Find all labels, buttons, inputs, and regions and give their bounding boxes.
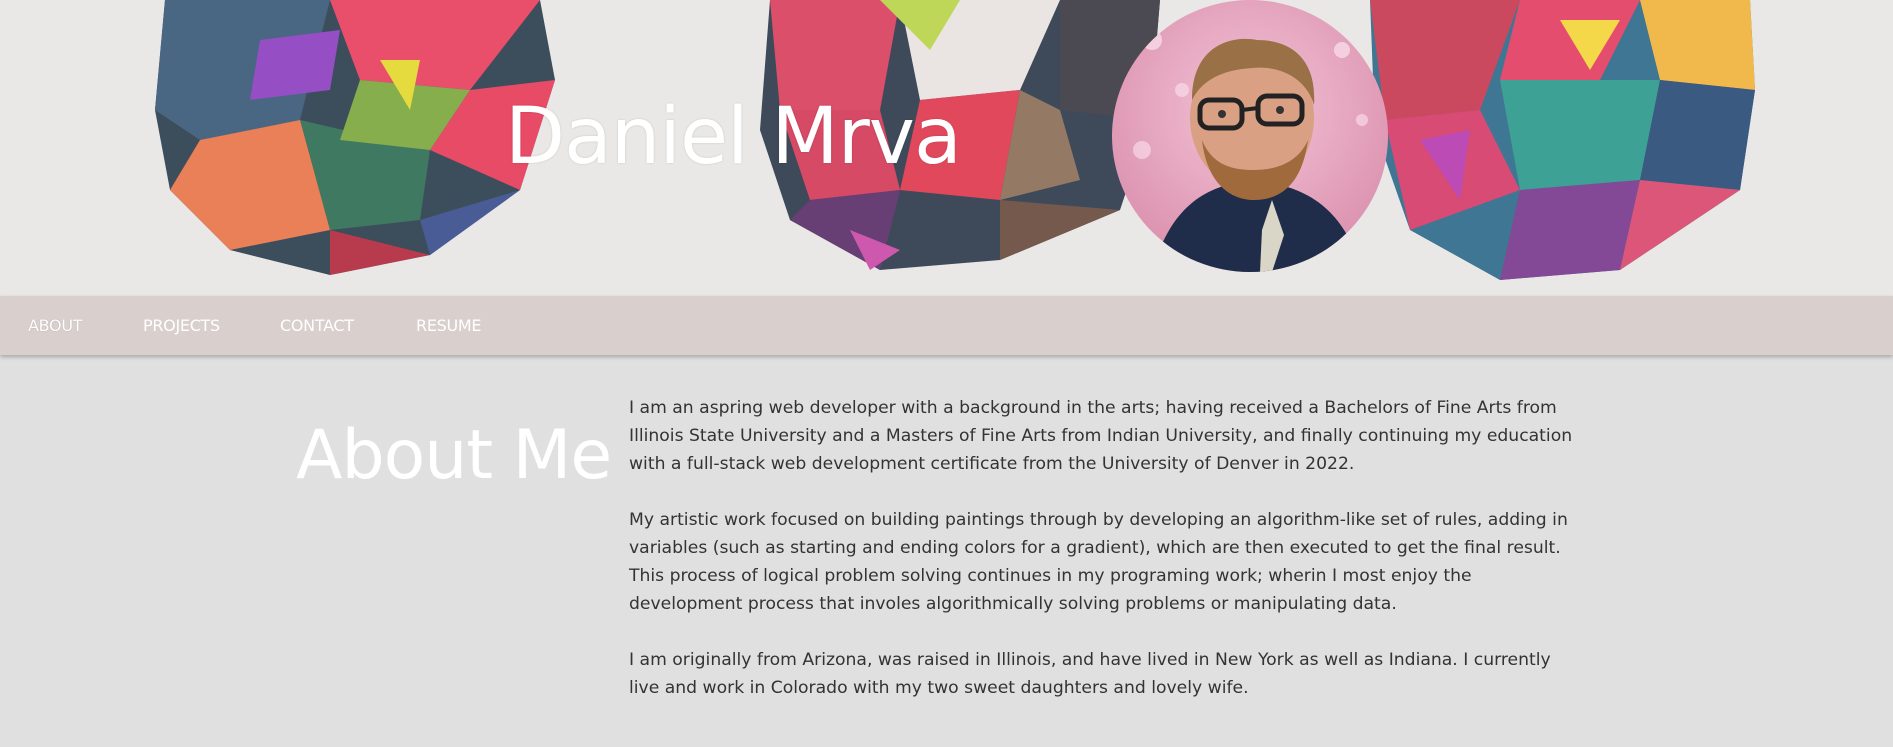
avatar	[1112, 0, 1388, 272]
header-banner: Daniel Mrva	[0, 0, 1893, 296]
about-paragraph: My artistic work focused on building pai…	[629, 510, 1568, 558]
about-paragraph: I am originally from Arizona, was raised…	[629, 650, 1551, 698]
main-nav: ABOUT PROJECTS CONTACT RESUME	[0, 296, 1893, 355]
about-body: I am an aspring web developer with a bac…	[629, 394, 1579, 730]
about-heading: About Me	[296, 416, 612, 495]
about-paragraph: This process of logical problem solving …	[629, 566, 1472, 614]
site-title: Daniel Mrva	[505, 92, 962, 182]
nav-link-contact[interactable]: CONTACT	[280, 316, 354, 335]
nav-link-resume[interactable]: RESUME	[416, 316, 482, 335]
about-paragraph: I am an aspring web developer with a bac…	[629, 398, 1573, 474]
nav-link-about[interactable]: ABOUT	[28, 316, 83, 335]
nav-link-projects[interactable]: PROJECTS	[143, 316, 220, 335]
profile-photo	[1112, 0, 1388, 272]
